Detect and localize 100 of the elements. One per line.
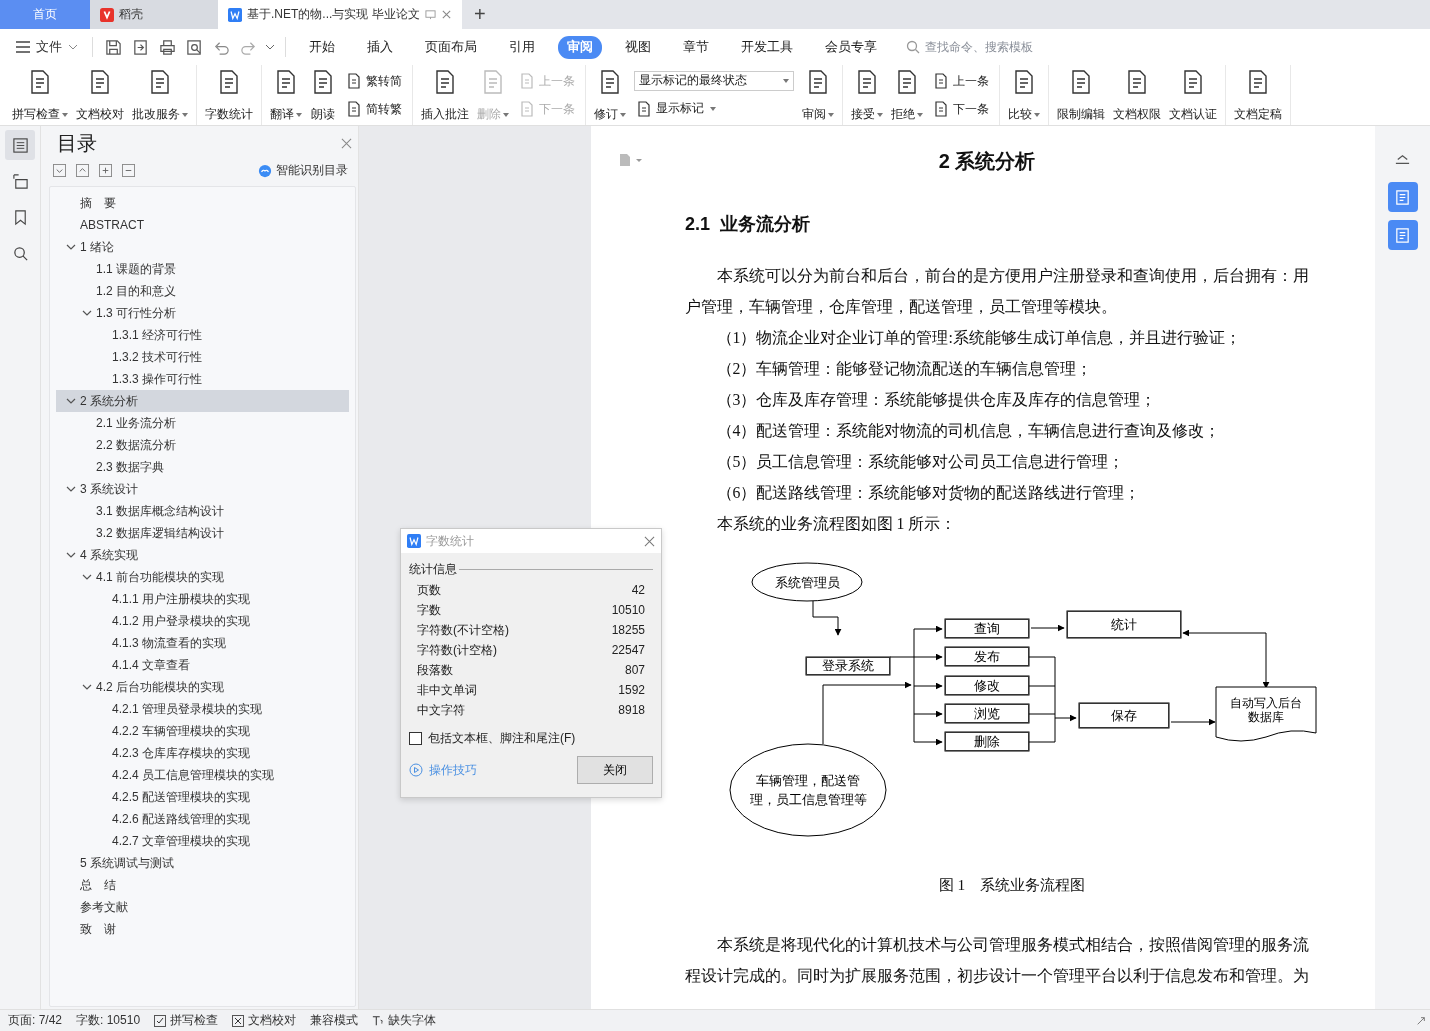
toc-item[interactable]: 4.2.7 文章管理模块的实现	[56, 830, 349, 852]
toc-item[interactable]: 2 系统分析	[56, 390, 349, 412]
export-icon[interactable]	[132, 38, 149, 56]
ribbon-tab[interactable]: 开发工具	[732, 35, 802, 59]
minus-icon[interactable]	[122, 164, 135, 177]
ribbon-button[interactable]: 审阅	[798, 65, 838, 125]
markup-display-dropdown[interactable]: 显示标记的最终状态	[634, 70, 794, 91]
ribbon-button[interactable]: 朗读	[306, 65, 340, 125]
toc-item[interactable]: 3.2 数据库逻辑结构设计	[56, 522, 349, 544]
stat-label: 字符数(计空格)	[417, 641, 497, 659]
ribbon-button[interactable]: 文档校对	[72, 65, 128, 125]
node-label: 系统管理员	[774, 573, 840, 592]
toc-item[interactable]: 4.2.5 配送管理模块的实现	[56, 786, 349, 808]
collapse-all-icon[interactable]	[53, 164, 66, 177]
print-icon[interactable]	[159, 38, 176, 56]
ribbon-button[interactable]: 字数统计	[201, 65, 257, 125]
toc-item[interactable]: 1.1 课题的背景	[56, 258, 349, 280]
toc-item[interactable]: 1.3.1 经济可行性	[56, 324, 349, 346]
expand-icon[interactable]	[1416, 1015, 1426, 1026]
ribbon-button[interactable]: 限制编辑	[1053, 65, 1109, 125]
side-tool-button[interactable]	[1387, 220, 1418, 250]
document-tab[interactable]: 基于.NET的物...与实现 毕业论文	[218, 0, 462, 29]
plus-icon[interactable]	[99, 164, 112, 177]
toc-item[interactable]: 2.1 业务流分析	[56, 412, 349, 434]
status-button[interactable]: 拼写检查	[154, 1012, 219, 1029]
ribbon-button[interactable]: 文档定稿	[1230, 65, 1286, 125]
close-button[interactable]: 关闭	[577, 756, 653, 784]
connector-arrow	[812, 600, 842, 636]
ribbon-button[interactable]: 拼写检查	[8, 65, 72, 125]
toc-item[interactable]: 4.1 前台功能模块的实现	[56, 566, 349, 588]
ribbon-tab[interactable]: 开始	[300, 35, 344, 59]
ribbon-button[interactable]: 文档权限	[1109, 65, 1165, 125]
toc-item[interactable]: 摘 要	[56, 192, 349, 214]
toc-item[interactable]: 4.2 后台功能模块的实现	[56, 676, 349, 698]
include-textboxes-checkbox[interactable]: 包括文本框、脚注和尾注(F)	[409, 728, 653, 748]
toc-item[interactable]: 2.2 数据流分析	[56, 434, 349, 456]
ribbon-tab[interactable]: 视图	[616, 35, 660, 59]
toc-item[interactable]: 总 结	[56, 874, 349, 896]
ribbon-tab[interactable]: 会员专享	[816, 35, 886, 59]
save-icon[interactable]	[105, 38, 122, 56]
smart-toc-button[interactable]: 智能识别目录	[252, 161, 354, 180]
sidebar-tool-button[interactable]	[5, 130, 35, 160]
document-tab[interactable]: 稻壳	[90, 0, 218, 29]
close-icon[interactable]	[341, 138, 352, 149]
toc-item[interactable]: 4.2.2 车辆管理模块的实现	[56, 720, 349, 742]
file-menu-button[interactable]: 文件	[12, 38, 82, 56]
toc-item[interactable]: 4.2.1 管理员登录模块的实现	[56, 698, 349, 720]
ribbon-tab[interactable]: 章节	[674, 35, 718, 59]
ribbon-tab[interactable]: 页面布局	[416, 35, 486, 59]
side-tool-button[interactable]	[1387, 182, 1418, 212]
toc-item[interactable]: 5 系统调试与测试	[56, 852, 349, 874]
document-icon	[933, 101, 949, 117]
toc-item[interactable]: 4.2.3 仓库库存模块的实现	[56, 742, 349, 764]
toc-item[interactable]: 4.2.6 配送路线管理的实现	[56, 808, 349, 830]
app-logo-icon	[100, 7, 114, 22]
ribbon-button[interactable]: 简转繁	[344, 98, 404, 120]
status-button[interactable]: 缺失字体	[372, 1012, 437, 1029]
toc-item[interactable]: 1.3.2 技术可行性	[56, 346, 349, 368]
toc-item[interactable]: 1 绪论	[56, 236, 349, 258]
toc-item[interactable]: 4 系统实现	[56, 544, 349, 566]
toc-item[interactable]: 参考文献	[56, 896, 349, 918]
chapter-heading: 2 系统分析	[937, 149, 1037, 174]
chevron-down-icon[interactable]	[265, 43, 275, 51]
ribbon-button[interactable]: 下一条	[931, 98, 991, 120]
expand-up-icon[interactable]	[76, 164, 89, 177]
print-preview-icon[interactable]	[186, 38, 203, 56]
toc-item[interactable]: 3.1 数据库概念结构设计	[56, 500, 349, 522]
status-button[interactable]: 文档校对	[232, 1012, 297, 1029]
new-tab-button[interactable]: +	[462, 0, 498, 29]
toc-item[interactable]: ABSTRACT	[56, 214, 349, 236]
ribbon-button[interactable]: 拒绝	[887, 65, 927, 125]
toc-item[interactable]: 4.2.4 员工信息管理模块的实现	[56, 764, 349, 786]
chevron-icon	[66, 242, 76, 252]
ribbon-tab[interactable]: 引用	[500, 35, 544, 59]
close-icon[interactable]	[644, 535, 655, 547]
toc-item[interactable]: 4.1.2 用户登录模块的实现	[56, 610, 349, 632]
command-search-field[interactable]: 查找命令、搜索模板	[906, 39, 1067, 55]
toc-item[interactable]: 4.1.3 物流查看的实现	[56, 632, 349, 654]
ribbon-button[interactable]: 修订	[590, 65, 630, 125]
ribbon-button[interactable]: 批改服务	[128, 65, 192, 125]
ribbon-button[interactable]: 插入批注	[417, 65, 473, 125]
ribbon-button[interactable]: 繁转简	[344, 70, 404, 92]
ribbon-button[interactable]: 上一条	[931, 70, 991, 92]
ribbon-button[interactable]: 文档认证	[1165, 65, 1221, 125]
toc-item[interactable]: 3 系统设计	[56, 478, 349, 500]
ribbon-button[interactable]: 显示标记	[634, 98, 794, 120]
toc-item[interactable]: 2.3 数据字典	[56, 456, 349, 478]
toc-item[interactable]: 致 谢	[56, 918, 349, 940]
toc-item[interactable]: 1.2 目的和意义	[56, 280, 349, 302]
toc-item[interactable]: 1.3.3 操作可行性	[56, 368, 349, 390]
toc-item[interactable]: 1.3 可行性分析	[56, 302, 349, 324]
ribbon-tab[interactable]: 插入	[358, 35, 402, 59]
toc-item[interactable]: 4.1.1 用户注册模块的实现	[56, 588, 349, 610]
ribbon-button[interactable]: 接受	[847, 65, 887, 125]
ribbon-button[interactable]: 比较	[1004, 65, 1044, 125]
node-label: 发布	[974, 648, 1000, 665]
toc-item[interactable]: 4.1.4 文章查看	[56, 654, 349, 676]
checkbox[interactable]	[409, 731, 422, 745]
ribbon-button[interactable]: 翻译	[266, 65, 306, 125]
stat-label: 字符数(不计空格)	[417, 621, 509, 639]
